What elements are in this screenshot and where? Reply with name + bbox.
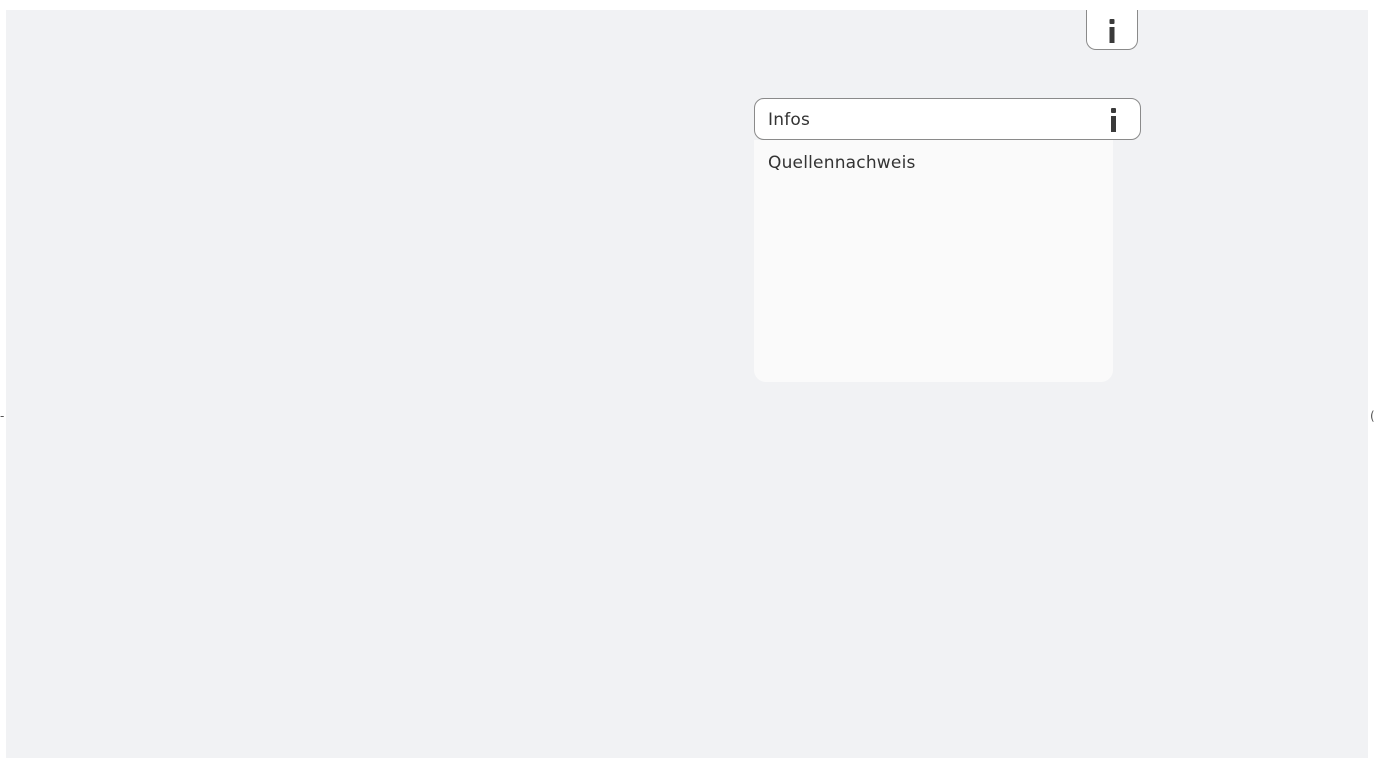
left-edge-marker: - — [0, 409, 5, 423]
menu-item-quellennachweis[interactable]: Quellennachweis — [768, 153, 916, 173]
infos-panel-title: Infos — [768, 110, 811, 130]
infos-panel-header[interactable]: Infos — [754, 98, 1141, 140]
info-icon — [1111, 108, 1116, 132]
infos-panel-body: Quellennachweis — [754, 140, 1113, 382]
viewport-area — [6, 10, 1368, 758]
info-toggle-button[interactable] — [1086, 10, 1138, 50]
right-edge-marker: ( — [1370, 409, 1375, 423]
info-icon — [1109, 19, 1115, 43]
